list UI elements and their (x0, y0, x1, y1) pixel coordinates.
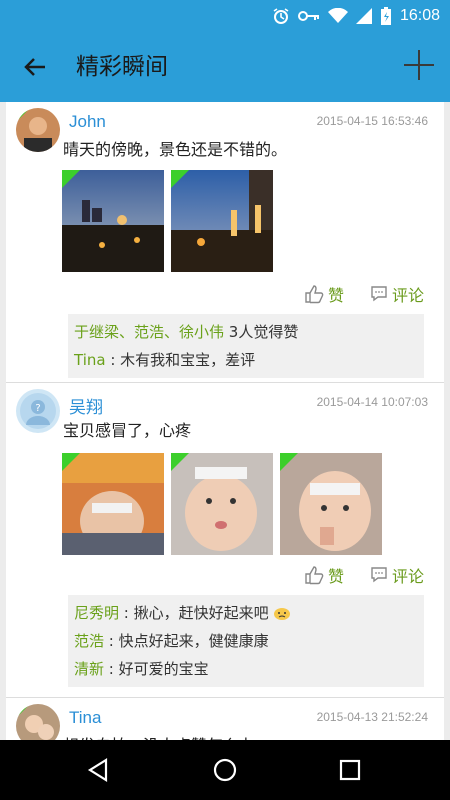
commenter-name[interactable]: 清新 (74, 660, 104, 678)
avatar[interactable] (16, 108, 60, 152)
alarm-icon (273, 8, 289, 24)
like-button[interactable]: 赞 (304, 282, 344, 306)
comment-row[interactable]: 尼秀明 : 揪心，赶快好起来吧 (74, 599, 418, 627)
post-image[interactable] (280, 453, 382, 555)
worried-face-emoji-icon (274, 608, 291, 620)
comment-separator: : (105, 351, 121, 369)
app-bar: 精彩瞬间 (0, 32, 450, 102)
post-image[interactable] (171, 453, 273, 555)
post-image[interactable] (62, 170, 164, 272)
comment-label: 评论 (391, 286, 424, 305)
post-author[interactable]: John (69, 112, 106, 132)
post-time: 2015-04-14 10:07:03 (316, 395, 428, 409)
likes-count-text: 3人觉得赞 (224, 323, 299, 341)
image-flag (280, 453, 298, 471)
comment-label: 评论 (391, 567, 424, 586)
post-author[interactable]: 吴翔 (69, 393, 103, 418)
wifi-icon (327, 8, 348, 23)
status-bar: 16:08 (0, 0, 450, 32)
comment-button[interactable]: 评论 (370, 563, 424, 587)
post-text: 晴天的傍晚，景色还是不错的。 (63, 140, 288, 159)
back-arrow-icon (24, 58, 45, 76)
thumbs-up-icon (305, 285, 324, 304)
status-time: 16:08 (399, 7, 440, 24)
system-navigation-bar (0, 740, 450, 800)
post-author[interactable]: Tina (69, 708, 101, 728)
like-button[interactable]: 赞 (304, 563, 344, 587)
like-label: 赞 (327, 567, 344, 586)
post-time: 2015-04-15 16:53:46 (316, 114, 428, 128)
signal-icon (355, 8, 372, 24)
comment-button[interactable]: 评论 (370, 282, 424, 306)
comment-text: 揪心，赶快好起来吧 (133, 604, 269, 622)
comment-separator: : (104, 632, 119, 650)
comments-box: 尼秀明 : 揪心，赶快好起来吧 范浩 : 快点好起来，健健康康 清新 : 好可爱… (68, 595, 424, 687)
moments-feed[interactable]: John 2015-04-15 16:53:46 晴天的傍晚，景色还是不错的。 … (0, 102, 450, 740)
key-icon (297, 11, 319, 21)
comment-icon (371, 567, 387, 583)
comment-text: 木有我和宝宝，差评 (120, 351, 256, 369)
recents-square-icon[interactable] (334, 754, 366, 786)
comment-text: 好可爱的宝宝 (118, 660, 209, 678)
comment-row[interactable]: 清新 : 好可爱的宝宝 (74, 655, 418, 683)
post-card: Tina 2015-04-13 21:52:24 想发自拍，没人点赞怎么办 (6, 698, 444, 740)
battery-icon (380, 7, 391, 25)
post-image[interactable] (171, 170, 273, 272)
comment-separator: : (119, 604, 134, 622)
page-title: 精彩瞬间 (76, 54, 168, 80)
post-images (62, 170, 273, 272)
post-card: ? 吴翔 2015-04-14 10:07:03 宝贝感冒了，心疼 赞 评论 尼… (6, 383, 444, 698)
home-circle-icon[interactable] (209, 754, 241, 786)
post-actions: 赞 评论 (304, 282, 424, 306)
like-label: 赞 (327, 286, 344, 305)
avatar[interactable]: ? (16, 389, 60, 433)
thumbs-up-icon (305, 566, 324, 585)
avatar[interactable] (16, 704, 60, 740)
svg-text:?: ? (35, 403, 40, 414)
comment-row[interactable]: Tina : 木有我和宝宝，差评 (74, 346, 418, 374)
post-image[interactable] (62, 453, 164, 555)
add-post-button[interactable] (402, 48, 436, 82)
back-triangle-icon[interactable] (82, 754, 114, 786)
post-images (62, 453, 382, 555)
status-icons: 16:08 (272, 0, 440, 32)
liker-names[interactable]: 于继梁、范浩、徐小伟 (74, 323, 224, 341)
post-actions: 赞 评论 (304, 563, 424, 587)
post-time: 2015-04-13 21:52:24 (316, 710, 428, 724)
likes-line: 于继梁、范浩、徐小伟 3人觉得赞 (74, 318, 418, 346)
commenter-name[interactable]: Tina (74, 351, 106, 369)
image-flag (62, 170, 80, 188)
image-flag (171, 170, 189, 188)
commenter-name[interactable]: 范浩 (74, 632, 104, 650)
back-button[interactable] (18, 50, 52, 84)
comment-text: 快点好起来，健健康康 (118, 632, 269, 650)
comment-row[interactable]: 范浩 : 快点好起来，健健康康 (74, 627, 418, 655)
post-card: John 2015-04-15 16:53:46 晴天的傍晚，景色还是不错的。 … (6, 102, 444, 383)
comment-separator: : (104, 660, 119, 678)
comment-icon (371, 286, 387, 302)
comments-box: 于继梁、范浩、徐小伟 3人觉得赞 Tina : 木有我和宝宝，差评 (68, 314, 424, 378)
image-flag (62, 453, 80, 471)
post-text: 宝贝感冒了，心疼 (63, 421, 192, 440)
image-flag (171, 453, 189, 471)
post-text: 想发自拍，没人点赞怎么办 (63, 732, 255, 740)
commenter-name[interactable]: 尼秀明 (74, 604, 119, 622)
